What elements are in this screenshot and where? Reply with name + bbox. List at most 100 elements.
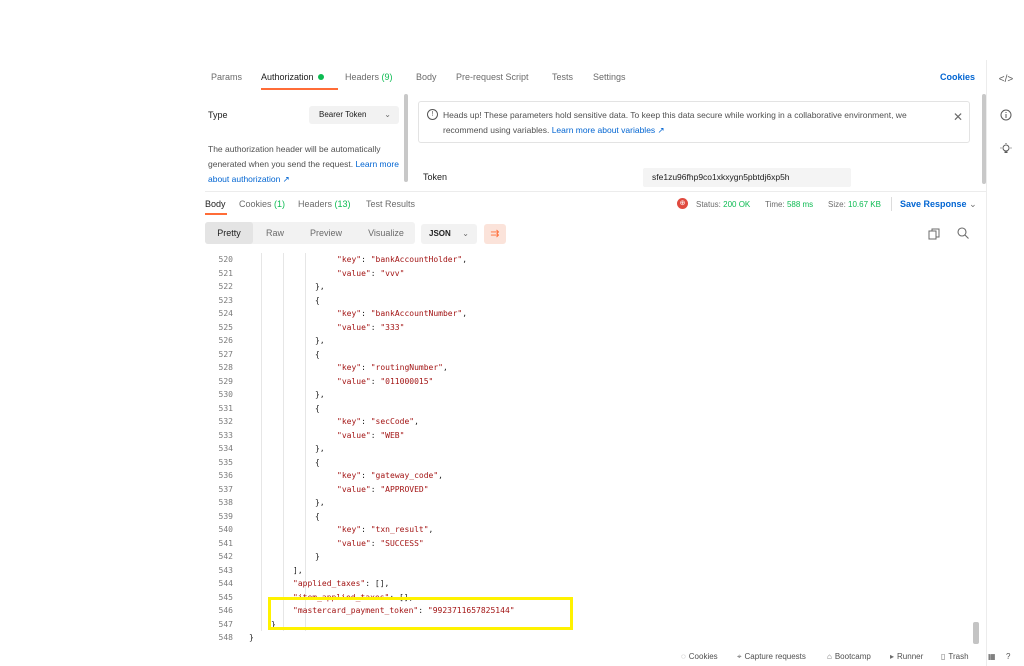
token-input[interactable]: sfe1zu96fhp9co1xkxygn5pbtdj6xp5h [643,168,851,187]
auth-right-scrollbar[interactable] [982,94,986,184]
size-indicator[interactable]: Size: 10.67 KB [828,200,881,209]
tab-pre-request-script[interactable]: Pre-request Script [456,72,529,82]
tab-params[interactable]: Params [211,72,242,82]
line-number: 528 [218,363,233,372]
copy-icon[interactable] [928,228,940,240]
language-select[interactable]: JSON ⌄ [421,224,477,244]
statusbar-capture-requests[interactable]: ⌖ Capture requests [737,652,806,662]
runner-icon: ▸ [890,652,895,661]
statusbar-runner[interactable]: ▸ Runner [890,652,923,661]
tab-settings[interactable]: Settings [593,72,626,82]
line-number: 537 [218,484,233,494]
language-value: JSON [429,229,451,238]
code-line: 524 "key": "bankAccountNumber", [205,307,970,321]
tab-headers-label: Headers [345,72,380,82]
statusbar-trash[interactable]: ▯ Trash [941,652,969,661]
cookies-link[interactable]: Cookies [940,72,975,82]
pane-divider[interactable] [205,191,986,192]
response-body-editor[interactable]: 520 "key": "bankAccountHolder", 521 "value"… [205,253,970,645]
code-line: 533 "value": "WEB" [205,429,970,443]
view-raw-button[interactable]: Raw [257,222,293,244]
save-response-button[interactable]: Save Response ⌄ [900,199,977,210]
line-number: 540 [218,525,233,534]
line-text: }, [315,444,325,453]
statusbar-bootcamp[interactable]: ⌂ Bootcamp [827,652,871,661]
response-tab-cookies[interactable]: Cookies (1) [239,199,285,209]
status-value: 200 OK [723,200,751,209]
code-line: 521 "value": "vvv" [205,267,970,281]
help-icon[interactable]: ? [1006,652,1010,661]
view-preview-button[interactable]: Preview [297,222,355,244]
size-value: 10.67 KB [848,200,881,209]
statusbar-runner-label: Runner [897,652,924,661]
code-icon[interactable]: </> [997,70,1015,88]
line-text: "value": "SUCCESS" [337,538,424,548]
response-tab-test-results[interactable]: Test Results [366,199,415,209]
network-globe-icon[interactable]: ⊕ [677,198,688,209]
code-line: 543], [205,564,970,578]
status-indicator[interactable]: Status: 200 OK [696,200,750,209]
active-tab-underline [261,88,338,90]
chevron-down-icon: ⌄ [969,199,977,209]
line-text: { [315,403,320,413]
banner-text: Heads up! These parameters hold sensitiv… [443,108,943,138]
wrap-lines-icon[interactable]: ⇉ [484,224,506,244]
code-line: 544 "applied_taxes": [], [205,577,970,591]
response-tab-cookies-label: Cookies [239,199,272,209]
line-number: 545 [218,592,233,602]
line-text: "key": "routingNumber", [337,363,448,372]
lightbulb-icon[interactable] [997,140,1015,158]
line-number: 523 [218,295,233,305]
statusbar-cookies[interactable]: ◌ Cookies [681,652,718,661]
tab-body[interactable]: Body [416,72,437,82]
statusbar-trash-label: Trash [948,652,969,661]
auth-type-value: Bearer Token [319,110,367,119]
time-indicator[interactable]: Time: 588 ms [765,200,813,209]
auth-type-panel: Type Bearer Token ⌄ The authorization hea… [205,92,403,190]
tab-tests[interactable]: Tests [552,72,573,82]
chevron-down-icon: ⌄ [462,229,469,238]
response-tab-headers-label: Headers [298,199,333,209]
search-icon[interactable] [957,227,969,239]
view-pretty-button[interactable]: Pretty [205,222,253,244]
status-label: Status: [696,200,721,209]
line-number: 548 [218,633,233,642]
line-number: 533 [218,430,233,440]
auth-type-select[interactable]: Bearer Token ⌄ [309,106,399,124]
layout-icon[interactable]: ▦ [988,652,996,661]
tab-headers-count: (9) [381,72,393,82]
tab-authorization[interactable]: Authorization [261,72,324,82]
code-line: 530}, [205,388,970,402]
right-sidebar: </> [986,60,1024,666]
line-text: "key": "bankAccountNumber", [337,309,468,318]
time-value: 588 ms [786,200,814,209]
auth-panel-scrollbar[interactable] [404,94,408,182]
line-number: 520 [218,255,233,264]
line-number: 544 [218,579,233,588]
auth-description: The authorization header will be automat… [208,142,400,187]
statusbar-capture-label: Capture requests [744,652,806,661]
trash-icon: ▯ [941,652,946,661]
editor-scrollbar-track[interactable] [972,254,980,645]
code-line: 542} [205,550,970,564]
response-tab-headers[interactable]: Headers (13) [298,199,351,209]
line-number: 538 [218,498,233,507]
code-line: 535 { [205,456,970,470]
info-icon[interactable] [997,106,1015,124]
line-number: 532 [218,417,233,426]
editor-scrollbar-thumb[interactable] [973,622,979,644]
code-line: 528 "key": "routingNumber", [205,361,970,375]
line-text: { [315,295,320,305]
response-tab-body[interactable]: Body [205,199,226,209]
line-number: 536 [218,471,233,480]
line-text: { [315,349,320,359]
response-tab-headers-count: (13) [334,199,351,209]
stats-separator [891,197,892,211]
code-line: 536 "key": "gateway_code", [205,469,970,483]
tab-headers[interactable]: Headers (9) [345,72,393,82]
learn-more-variables-link[interactable]: Learn more about variables ↗ [552,125,665,135]
line-number: 542 [218,552,233,561]
view-visualize-button[interactable]: Visualize [357,222,415,244]
code-line: 522}, [205,280,970,294]
close-icon[interactable]: ✕ [953,110,963,124]
